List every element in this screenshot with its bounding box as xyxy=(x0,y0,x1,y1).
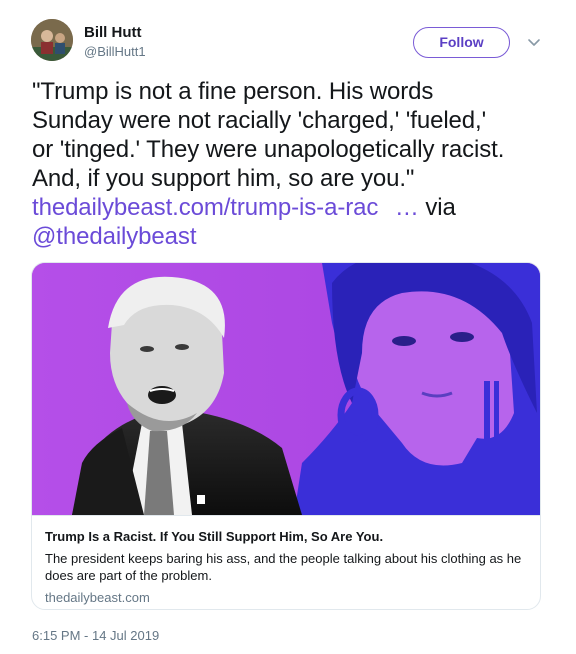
mention-link[interactable]: @thedailybeast xyxy=(32,223,197,250)
link-ellipsis[interactable]: … xyxy=(395,194,419,221)
card-title: Trump Is a Racist. If You Still Support … xyxy=(45,529,384,544)
card-description: The president keeps baring his ass, and … xyxy=(45,551,522,583)
article-link[interactable]: thedailybeast.com/trump-is-a-rac xyxy=(32,194,378,221)
tweet-mention-line: @thedailybeast xyxy=(32,222,552,251)
tweet-text: "Trump is not a fine person. His words S… xyxy=(32,77,552,251)
tweet-line: Sunday were not racially 'charged,' 'fue… xyxy=(32,107,487,134)
tweet-line: And, if you support him, so are you." xyxy=(32,165,415,192)
card-domain: thedailybeast.com xyxy=(45,590,150,605)
article-illustration xyxy=(32,263,540,515)
tweet-line: or 'tinged.' They were unapologetically … xyxy=(32,136,505,163)
tweet-link-line: thedailybeast.com/trump-is-a-rac … via xyxy=(32,193,552,222)
avatar-photo xyxy=(31,19,73,61)
tweet-timestamp[interactable]: 6:15 PM - 14 Jul 2019 xyxy=(32,628,159,643)
tweet-line: "Trump is not a fine person. His words xyxy=(32,78,434,105)
link-preview-card[interactable]: Trump Is a Racist. If You Still Support … xyxy=(31,262,541,610)
card-body: Trump Is a Racist. If You Still Support … xyxy=(32,515,540,609)
follow-button[interactable]: Follow xyxy=(413,27,510,58)
card-image xyxy=(32,263,540,515)
chevron-down-icon[interactable] xyxy=(527,35,541,49)
via-text: via xyxy=(425,194,456,221)
display-name[interactable]: Bill Hutt xyxy=(84,24,142,41)
user-handle[interactable]: @BillHutt1 xyxy=(84,44,146,59)
avatar[interactable] xyxy=(31,19,73,61)
